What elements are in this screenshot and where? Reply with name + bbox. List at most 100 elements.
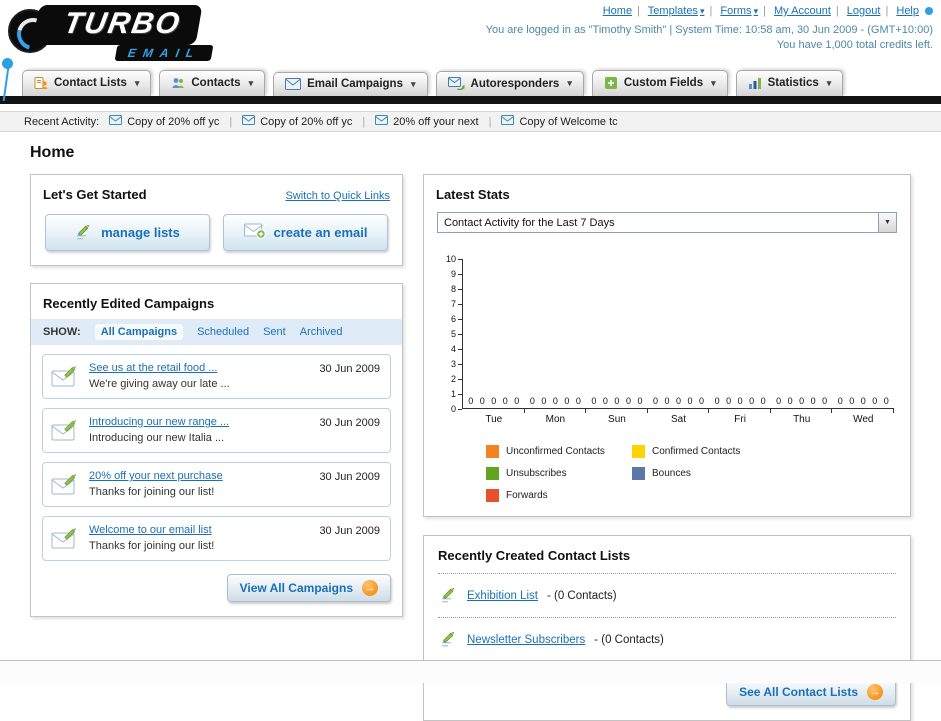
manage-lists-button[interactable]: manage lists bbox=[45, 214, 210, 251]
campaign-card: 20% off your next purchase Thanks for jo… bbox=[42, 462, 391, 507]
separator bbox=[885, 5, 888, 17]
filter-scheduled[interactable]: Scheduled bbox=[197, 326, 249, 338]
envelope-icon bbox=[375, 115, 389, 128]
chart-x-label: Fri bbox=[734, 414, 746, 425]
view-all-campaigns-label: View All Campaigns bbox=[239, 581, 353, 595]
header-dot-decoration bbox=[925, 7, 933, 16]
chart-y-axis: 10 9 8 7 6 5 4 3 2 1 0 bbox=[436, 254, 462, 413]
campaign-card: Introducing our new range ... Introducin… bbox=[42, 408, 391, 453]
link-forms[interactable]: Forms bbox=[720, 5, 758, 17]
login-info: You are logged in as "Timothy Smith" | S… bbox=[485, 24, 933, 36]
get-started-panel: Let's Get Started Switch to Quick Links … bbox=[30, 174, 403, 266]
recent-activity-item[interactable]: Copy of 20% off yc bbox=[109, 115, 219, 128]
filter-all-campaigns[interactable]: All Campaigns bbox=[94, 324, 184, 340]
page-title: Home bbox=[30, 144, 75, 161]
separator bbox=[362, 116, 365, 128]
chart-x-label: Mon bbox=[545, 414, 566, 425]
filter-archived[interactable]: Archived bbox=[300, 326, 343, 338]
chart-bar-group: 0 0 0 0 0 bbox=[463, 259, 525, 413]
stats-title: Latest Stats bbox=[436, 187, 510, 202]
contacts-icon bbox=[171, 76, 185, 90]
tab-email-campaigns[interactable]: Email Campaigns bbox=[273, 72, 428, 96]
separator bbox=[637, 5, 640, 17]
create-email-button[interactable]: create an email bbox=[223, 214, 388, 251]
campaign-subtitle: Thanks for joining our list! bbox=[89, 486, 215, 498]
link-logout[interactable]: Logout bbox=[847, 5, 881, 17]
link-help[interactable]: Help bbox=[896, 5, 919, 17]
tab-label: Autoresponders bbox=[470, 77, 560, 90]
campaign-date: 30 Jun 2009 bbox=[319, 471, 380, 483]
logo-text-secondary: EMAIL bbox=[114, 45, 214, 61]
activity-item-label: Copy of 20% off yc bbox=[260, 115, 353, 128]
right-column: Latest Stats Contact Activity for the La… bbox=[423, 174, 911, 721]
caret-down-icon bbox=[135, 78, 140, 89]
tab-contacts[interactable]: Contacts bbox=[159, 70, 266, 96]
switch-quick-links-link[interactable]: Switch to Quick Links bbox=[285, 190, 390, 202]
filter-sent[interactable]: Sent bbox=[263, 326, 286, 338]
chart-bar-group: 0 0 0 0 0 bbox=[832, 259, 894, 413]
tab-contact-lists[interactable]: Contact Lists bbox=[22, 70, 152, 96]
chart-bar-group: 0 0 0 0 0 bbox=[525, 259, 587, 413]
activity-item-label: 20% off your next bbox=[393, 115, 479, 128]
separator bbox=[763, 5, 766, 17]
chart-x-label: Sun bbox=[608, 414, 626, 425]
contact-list-count: - (0 Contacts) bbox=[594, 633, 664, 646]
recent-activity-label: Recent Activity: bbox=[24, 115, 100, 128]
tab-custom-fields[interactable]: Custom Fields bbox=[591, 70, 728, 96]
recent-activity-item[interactable]: 20% off your next bbox=[375, 115, 479, 128]
get-started-buttons: manage lists create an email bbox=[31, 206, 402, 251]
left-column: Let's Get Started Switch to Quick Links … bbox=[30, 174, 403, 617]
link-home[interactable]: Home bbox=[603, 5, 632, 17]
campaign-title-link[interactable]: Introducing our new range ... bbox=[89, 416, 300, 428]
nav-underline-bar bbox=[0, 96, 941, 104]
chart-x-axis: Tue Mon Sun Sat Fri Thu Wed bbox=[463, 414, 894, 425]
tab-autoresponders[interactable]: Autoresponders bbox=[435, 71, 584, 96]
campaign-filter-bar: SHOW: All Campaigns Scheduled Sent Archi… bbox=[31, 319, 402, 345]
caret-down-icon bbox=[711, 78, 716, 89]
activity-item-label: Copy of 20% off yc bbox=[127, 115, 220, 128]
app-logo[interactable]: TURBO EMAIL bbox=[6, 3, 256, 61]
email-campaigns-icon bbox=[285, 78, 302, 90]
pencil-icon bbox=[75, 222, 93, 243]
stats-period-select[interactable]: Contact Activity for the Last 7 Days bbox=[437, 212, 897, 233]
chart-x-label: Wed bbox=[853, 414, 874, 425]
campaign-envelope-pencil-icon bbox=[51, 363, 81, 389]
campaign-title-link[interactable]: See us at the retail food ... bbox=[89, 362, 300, 374]
campaign-date: 30 Jun 2009 bbox=[319, 363, 380, 375]
link-templates[interactable]: Templates bbox=[648, 5, 705, 17]
campaign-date: 30 Jun 2009 bbox=[319, 525, 380, 537]
legend-swatch-bounces bbox=[632, 467, 645, 480]
see-all-contact-lists-label: See All Contact Lists bbox=[739, 685, 858, 699]
stats-selected-option: Contact Activity for the Last 7 Days bbox=[444, 216, 615, 229]
contact-activity-chart: 10 9 8 7 6 5 4 3 2 1 0 0 0 0 0 00 0 0 0 00 0 0 0 0… bbox=[436, 254, 894, 425]
view-all-campaigns-button[interactable]: View All Campaigns bbox=[226, 574, 391, 602]
envelope-icon bbox=[109, 115, 123, 128]
caret-down-icon bbox=[411, 79, 416, 90]
legend-swatch-unsubscribes bbox=[486, 467, 499, 480]
autoresponders-icon bbox=[447, 77, 465, 90]
legend-item: Confirmed Contacts bbox=[632, 445, 778, 458]
link-forms-label: Forms bbox=[720, 5, 752, 17]
contact-list-link[interactable]: Newsletter Subscribers bbox=[467, 634, 585, 646]
tab-statistics[interactable]: Statistics bbox=[735, 70, 844, 96]
legend-item: Bounces bbox=[632, 467, 778, 480]
arrow-right-icon bbox=[867, 684, 883, 700]
manage-lists-label: manage lists bbox=[101, 225, 180, 240]
campaign-envelope-pencil-icon bbox=[51, 417, 81, 443]
chart-bar-group: 0 0 0 0 0 bbox=[771, 259, 833, 413]
link-my-account[interactable]: My Account bbox=[774, 5, 831, 17]
contact-list-link[interactable]: Exhibition List bbox=[467, 590, 538, 602]
recent-activity-item[interactable]: Copy of 20% off yc bbox=[242, 115, 352, 128]
recent-activity-item[interactable]: Copy of Welcome tc bbox=[501, 115, 618, 128]
arrow-right-icon bbox=[362, 580, 378, 596]
campaign-title-link[interactable]: 20% off your next purchase bbox=[89, 470, 300, 482]
pencil-icon bbox=[440, 629, 458, 650]
activity-item-label: Copy of Welcome tc bbox=[519, 115, 618, 128]
campaigns-title: Recently Edited Campaigns bbox=[43, 296, 215, 311]
campaign-subtitle: We're giving away our late ... bbox=[89, 378, 230, 390]
main-content: Let's Get Started Switch to Quick Links … bbox=[0, 174, 941, 721]
main-nav: Contact Lists Contacts Email Campaigns A… bbox=[0, 66, 941, 96]
create-email-label: create an email bbox=[273, 225, 368, 240]
chart-x-label: Sat bbox=[671, 414, 687, 425]
campaign-title-link[interactable]: Welcome to our email list bbox=[89, 524, 300, 536]
